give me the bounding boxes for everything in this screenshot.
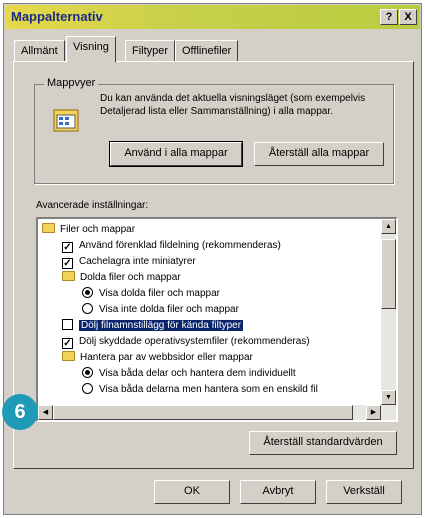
folder-views-description: Du kan använda det aktuella visningsläge… (100, 93, 366, 117)
title-bar[interactable]: Mappalternativ ? X (5, 5, 420, 29)
list-item[interactable]: ✓ Använd förenklad fildelning (rekommende… (62, 238, 281, 253)
tab-file-types[interactable]: Filtyper (125, 40, 176, 62)
advanced-settings-list[interactable]: Filer och mappar ✓ Använd förenklad filde… (36, 217, 398, 422)
list-item[interactable]: Hantera par av webbsidor eller mappar (62, 350, 253, 365)
list-item[interactable]: Visa båda delar och hantera dem individu… (82, 366, 296, 381)
scroll-down-icon[interactable]: ▼ (381, 390, 396, 405)
checkbox[interactable]: ✓ (62, 338, 73, 349)
scroll-up-icon[interactable]: ▲ (381, 219, 396, 234)
vertical-scrollbar[interactable]: ▲ ▼ (381, 219, 396, 420)
horizontal-scroll-thumb[interactable] (53, 405, 353, 420)
window-title: Mappalternativ (11, 9, 103, 24)
horizontal-scrollbar[interactable]: ◀ ▶ (38, 405, 396, 420)
list-item[interactable]: ✓ Dölj skyddade operativsystemfiler (reko… (62, 334, 310, 349)
folder-views-icon (52, 107, 80, 133)
folder-icon (42, 223, 55, 233)
step-badge: 6 (2, 394, 38, 430)
checkbox[interactable]: ✓ (62, 242, 73, 253)
tab-general[interactable]: Allmänt (14, 40, 65, 62)
folder-icon (62, 351, 75, 361)
help-button[interactable]: ? (380, 9, 398, 25)
radio-button[interactable] (82, 303, 93, 314)
tab-offline-files[interactable]: Offlinefiler (175, 40, 239, 62)
radio-button[interactable] (82, 383, 93, 394)
list-item-selected[interactable]: Dölj filnamnstillägg för kända filtyper (62, 318, 244, 333)
vertical-scroll-thumb[interactable] (381, 239, 396, 309)
restore-defaults-button[interactable]: Återställ standardvärden (249, 431, 397, 455)
scroll-right-icon[interactable]: ▶ (366, 405, 381, 420)
apply-button[interactable]: Verkställ (326, 480, 402, 504)
tab-view[interactable]: Visning (66, 36, 116, 63)
close-button[interactable]: X (399, 9, 417, 25)
radio-button[interactable] (82, 287, 93, 298)
folder-views-label: Mappvyer (44, 77, 99, 89)
radio-button[interactable] (82, 367, 93, 378)
list-item[interactable]: Visa dolda filer och mappar (82, 286, 220, 301)
ok-button[interactable]: OK (154, 480, 230, 504)
folder-icon (62, 271, 75, 281)
list-item[interactable]: Dolda filer och mappar (62, 270, 181, 285)
scroll-left-icon[interactable]: ◀ (38, 405, 53, 420)
list-item[interactable]: Filer och mappar (42, 222, 135, 237)
list-item[interactable]: Visa inte dolda filer och mappar (82, 302, 239, 317)
folder-options-dialog: Mappalternativ ? X Allmänt Visning Filty… (3, 3, 422, 515)
cancel-button[interactable]: Avbryt (240, 480, 316, 504)
advanced-settings-label: Avancerade inställningar: (36, 200, 149, 211)
list-item[interactable]: Visa båda delarna men hantera som en ens… (82, 382, 318, 397)
apply-to-all-folders-button[interactable]: Använd i alla mappar (109, 141, 243, 167)
list-item[interactable]: ✓ Cachelagra inte miniatyrer (62, 254, 196, 269)
reset-all-folders-button[interactable]: Återställ alla mappar (254, 142, 384, 166)
checkbox[interactable]: ✓ (62, 258, 73, 269)
checkbox[interactable] (62, 319, 73, 330)
